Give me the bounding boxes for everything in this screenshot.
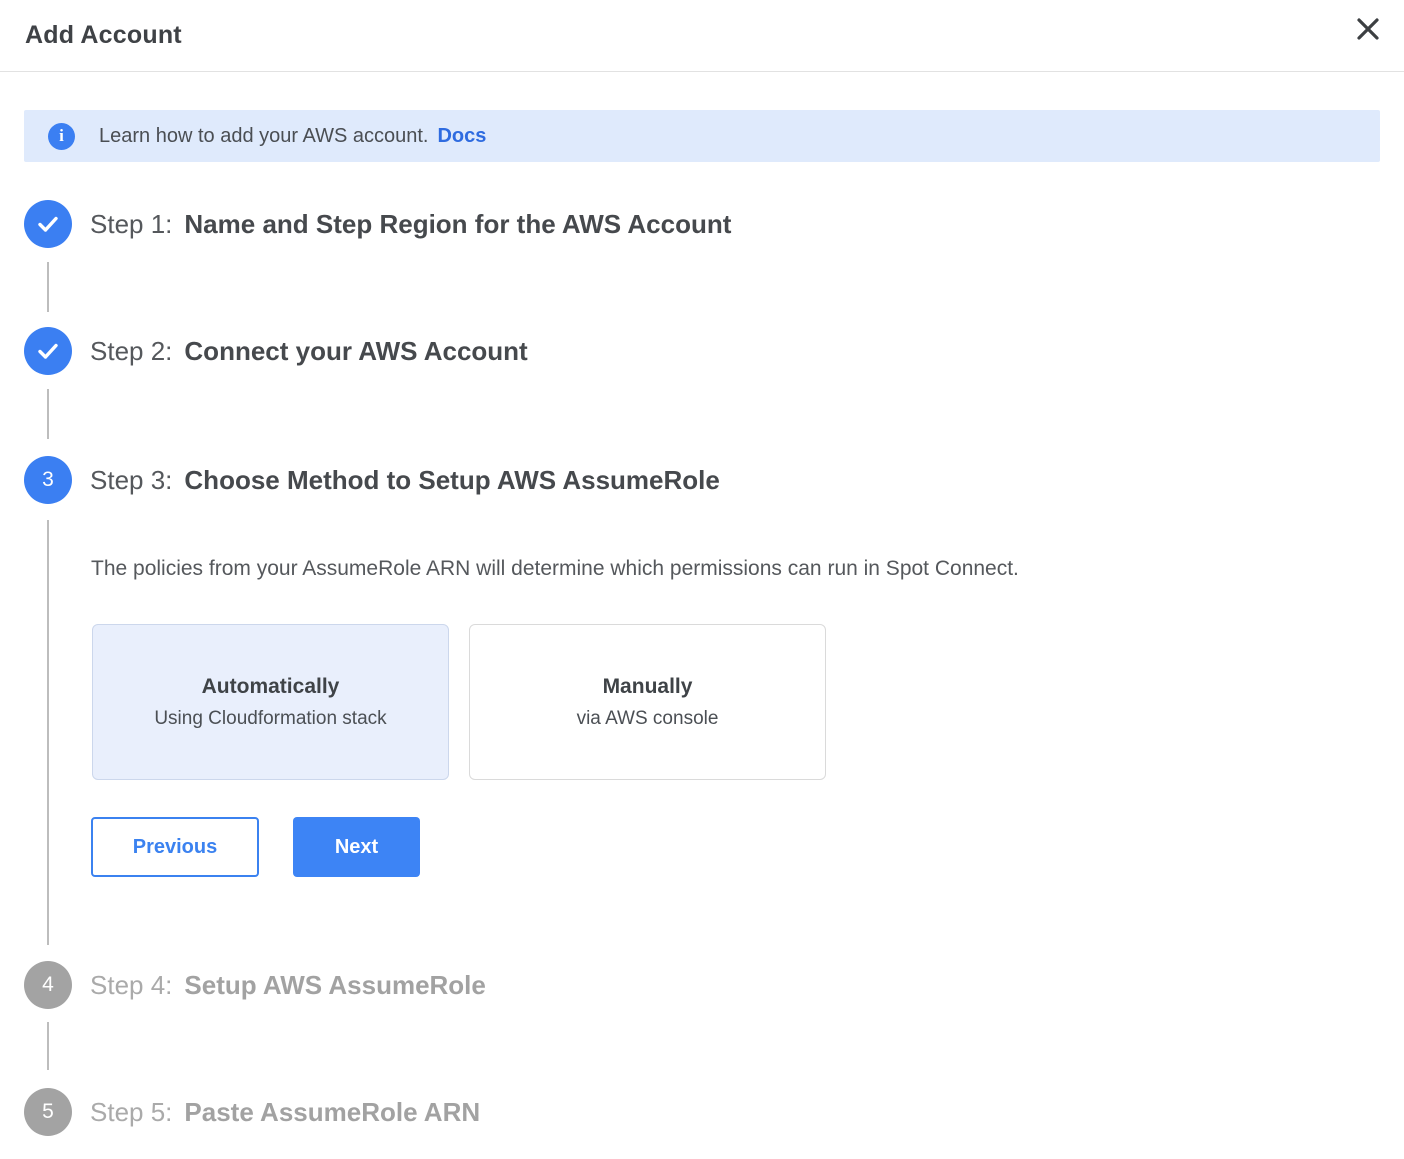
step-4-number: 4 <box>42 973 54 997</box>
connector-4-5 <box>47 1022 49 1070</box>
docs-link[interactable]: Docs <box>437 125 486 148</box>
step-row-4: 4 Step 4: Setup AWS AssumeRole <box>24 961 486 1009</box>
step-4-circle: 4 <box>24 961 72 1009</box>
step-5-prefix: Step 5: <box>90 1097 172 1127</box>
connector-2-3 <box>47 389 49 439</box>
step-5-number: 5 <box>42 1100 54 1124</box>
method-manually-title: Manually <box>603 675 693 699</box>
step-2-title: Connect your AWS Account <box>184 336 527 366</box>
info-banner: i Learn how to add your AWS account. Doc… <box>24 110 1380 162</box>
step-3-number: 3 <box>42 468 54 492</box>
close-icon <box>1355 16 1381 45</box>
step-1-prefix: Step 1: <box>90 209 172 239</box>
step-5-label: Step 5: Paste AssumeRole ARN <box>90 1097 480 1128</box>
step-3-label: Step 3: Choose Method to Setup AWS Assume… <box>90 465 720 496</box>
step-row-1: Step 1: Name and Step Region for the AWS … <box>24 200 731 248</box>
next-button[interactable]: Next <box>293 817 420 877</box>
step-3-prefix: Step 3: <box>90 465 172 495</box>
close-button[interactable] <box>1346 8 1390 52</box>
modal-header: Add Account <box>0 0 1404 72</box>
step-1-label: Step 1: Name and Step Region for the AWS … <box>90 209 731 240</box>
step-2-label: Step 2: Connect your AWS Account <box>90 336 528 367</box>
step-row-3: 3 Step 3: Choose Method to Setup AWS Assu… <box>24 456 720 504</box>
step-3-description: The policies from your AssumeRole ARN wi… <box>91 557 1019 581</box>
step-5-title: Paste AssumeRole ARN <box>184 1097 480 1127</box>
connector-3-4 <box>47 520 49 945</box>
step-2-prefix: Step 2: <box>90 336 172 366</box>
step-3-title: Choose Method to Setup AWS AssumeRole <box>184 465 719 495</box>
method-automatically-subtitle: Using Cloudformation stack <box>154 708 386 730</box>
step-2-check-icon <box>24 327 72 375</box>
step-3-circle: 3 <box>24 456 72 504</box>
modal-title: Add Account <box>25 21 182 50</box>
step-row-5: 5 Step 5: Paste AssumeRole ARN <box>24 1088 480 1136</box>
step-4-title: Setup AWS AssumeRole <box>184 970 485 1000</box>
info-icon: i <box>48 123 75 150</box>
banner-text: Learn how to add your AWS account. <box>99 125 428 148</box>
method-manually-subtitle: via AWS console <box>577 708 719 730</box>
step-4-prefix: Step 4: <box>90 970 172 1000</box>
add-account-modal: Add Account i Learn how to add your AWS … <box>0 0 1404 1159</box>
step-4-label: Step 4: Setup AWS AssumeRole <box>90 970 486 1001</box>
step-1-title: Name and Step Region for the AWS Account <box>184 209 731 239</box>
step-5-circle: 5 <box>24 1088 72 1136</box>
method-automatically-title: Automatically <box>202 675 340 699</box>
method-card-manually[interactable]: Manually via AWS console <box>469 624 826 780</box>
method-card-automatically[interactable]: Automatically Using Cloudformation stack <box>92 624 449 780</box>
previous-button[interactable]: Previous <box>91 817 259 877</box>
step-1-check-icon <box>24 200 72 248</box>
step-row-2: Step 2: Connect your AWS Account <box>24 327 528 375</box>
connector-1-2 <box>47 262 49 312</box>
